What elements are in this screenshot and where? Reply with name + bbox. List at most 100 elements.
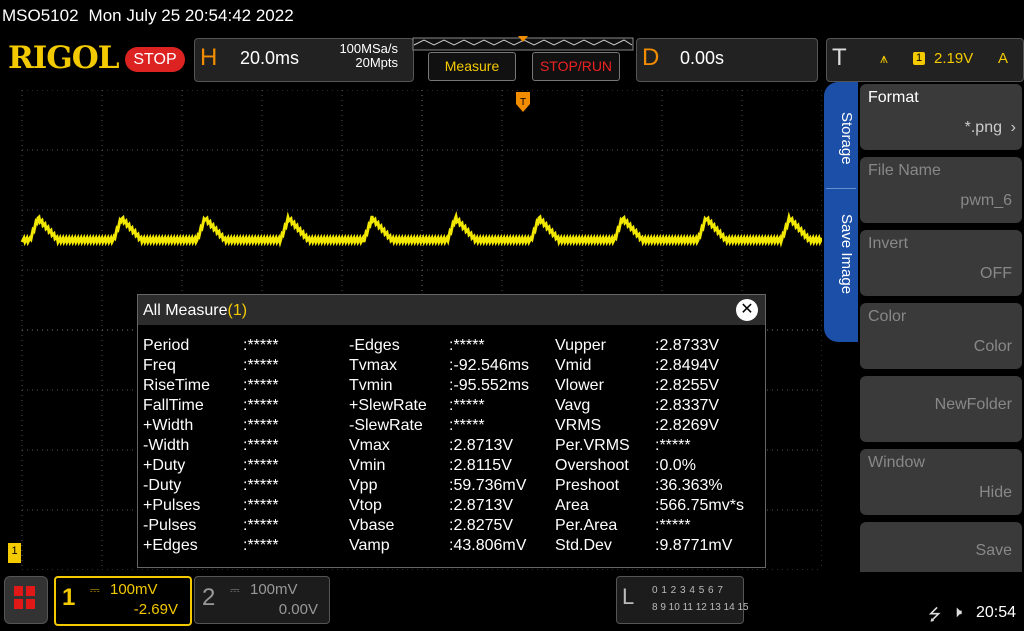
grid-dot [557, 269, 558, 271]
grid-dot [567, 90, 568, 91]
grid-dot [32, 569, 33, 570]
grid-dot [821, 245, 822, 246]
grid-dot [632, 149, 633, 151]
grid-dot [147, 209, 148, 211]
grid-dot [647, 569, 648, 570]
grid-dot [821, 460, 822, 461]
grid-dot [537, 90, 538, 91]
grid-dot [112, 269, 113, 271]
grid-dot [412, 149, 413, 151]
grid-dot [702, 90, 703, 91]
grid-dot [202, 269, 203, 271]
grid-dot [727, 209, 728, 211]
grid-dot [581, 285, 583, 286]
grid-dot [522, 209, 523, 211]
grid-dot [67, 449, 68, 451]
grid-dot [697, 90, 698, 91]
grid-dot [661, 230, 663, 231]
grid-dot [317, 569, 318, 570]
grid-dot [821, 435, 822, 436]
grid-dot [212, 149, 213, 151]
grid-dot [101, 370, 103, 371]
grid-dot [497, 269, 498, 271]
trigger-position-marker[interactable]: T [516, 92, 530, 112]
grid-dot [252, 269, 253, 271]
grid-dot [101, 395, 103, 396]
grid-dot [741, 125, 743, 126]
grid-dot [82, 509, 83, 511]
grid-dot [412, 269, 413, 271]
grid-dot [492, 569, 493, 570]
grid-dot [602, 569, 603, 570]
grid-dot [382, 269, 383, 271]
grid-dot [261, 195, 263, 196]
grid-dot [32, 209, 33, 211]
grid-dot [181, 285, 183, 286]
grid-dot [101, 320, 103, 321]
grid-dot [501, 250, 503, 251]
grid-dot [341, 195, 343, 196]
grid-dot [507, 149, 508, 151]
grid-dot [322, 269, 323, 271]
grid-dot [387, 90, 388, 91]
grid-dot [657, 569, 658, 570]
grid-dot [107, 269, 108, 271]
grid-dot [821, 210, 822, 211]
grid-dot [127, 149, 128, 151]
close-icon[interactable]: ✕ [736, 299, 758, 321]
grid-dot [147, 269, 148, 271]
stop-run-button[interactable]: STOP/RUN [532, 52, 620, 81]
grid-dot [532, 90, 533, 91]
grid-dot [21, 160, 23, 161]
channel1-ground-marker[interactable]: 1 [8, 543, 21, 563]
grid-dot [47, 209, 48, 211]
grid-dot [21, 565, 23, 566]
trigger-box[interactable] [826, 38, 1024, 82]
grid-dot [72, 149, 73, 151]
grid-dot [181, 245, 183, 246]
model-name: MSO5102 [2, 6, 79, 25]
grid-dot [682, 90, 683, 91]
grid-dot [21, 525, 23, 526]
grid-dot [77, 569, 78, 570]
grid-dot [501, 100, 503, 101]
grid-dot [581, 195, 583, 196]
grid-dot [661, 215, 663, 216]
tab-save-image[interactable]: Save Image [838, 214, 855, 294]
grid-dot [737, 209, 738, 211]
grid-dot [802, 149, 803, 151]
grid-dot [447, 569, 448, 570]
logic-analyzer-box[interactable] [616, 576, 744, 624]
grid-dot [57, 569, 58, 570]
grid-dot [782, 329, 783, 331]
grid-dot [402, 269, 403, 271]
title-line: MSO5102 Mon July 25 20:54:42 2022 [2, 6, 304, 26]
grid-dot [137, 90, 138, 91]
grid-dot [627, 90, 628, 91]
measure-value: :***** [243, 377, 279, 394]
delay-box[interactable] [636, 38, 818, 82]
grid-dot [122, 509, 123, 511]
grid-dot [607, 569, 608, 570]
grid-dot [101, 215, 103, 216]
grid-dot [421, 185, 423, 186]
grid-dot [227, 269, 228, 271]
grid-dot [21, 380, 23, 381]
grid-dot [421, 265, 423, 266]
run-state-badge[interactable]: STOP [125, 47, 185, 72]
speaker-muted-icon[interactable]: 🕨 [952, 604, 962, 622]
grid-dot [21, 145, 23, 146]
grid-dot [261, 225, 263, 226]
grid-dot [821, 155, 822, 156]
grid-dot [181, 145, 183, 146]
tab-storage[interactable]: Storage [838, 112, 855, 165]
grid-dot [821, 215, 822, 216]
grid-dot [67, 209, 68, 211]
grid-dot [467, 90, 468, 91]
grid-dot [692, 269, 693, 271]
measure-name: RiseTime [143, 377, 210, 394]
grid-dot [421, 205, 423, 206]
grid-dot [661, 130, 663, 131]
grid-dot [72, 509, 73, 511]
measure-button[interactable]: Measure [428, 52, 516, 81]
